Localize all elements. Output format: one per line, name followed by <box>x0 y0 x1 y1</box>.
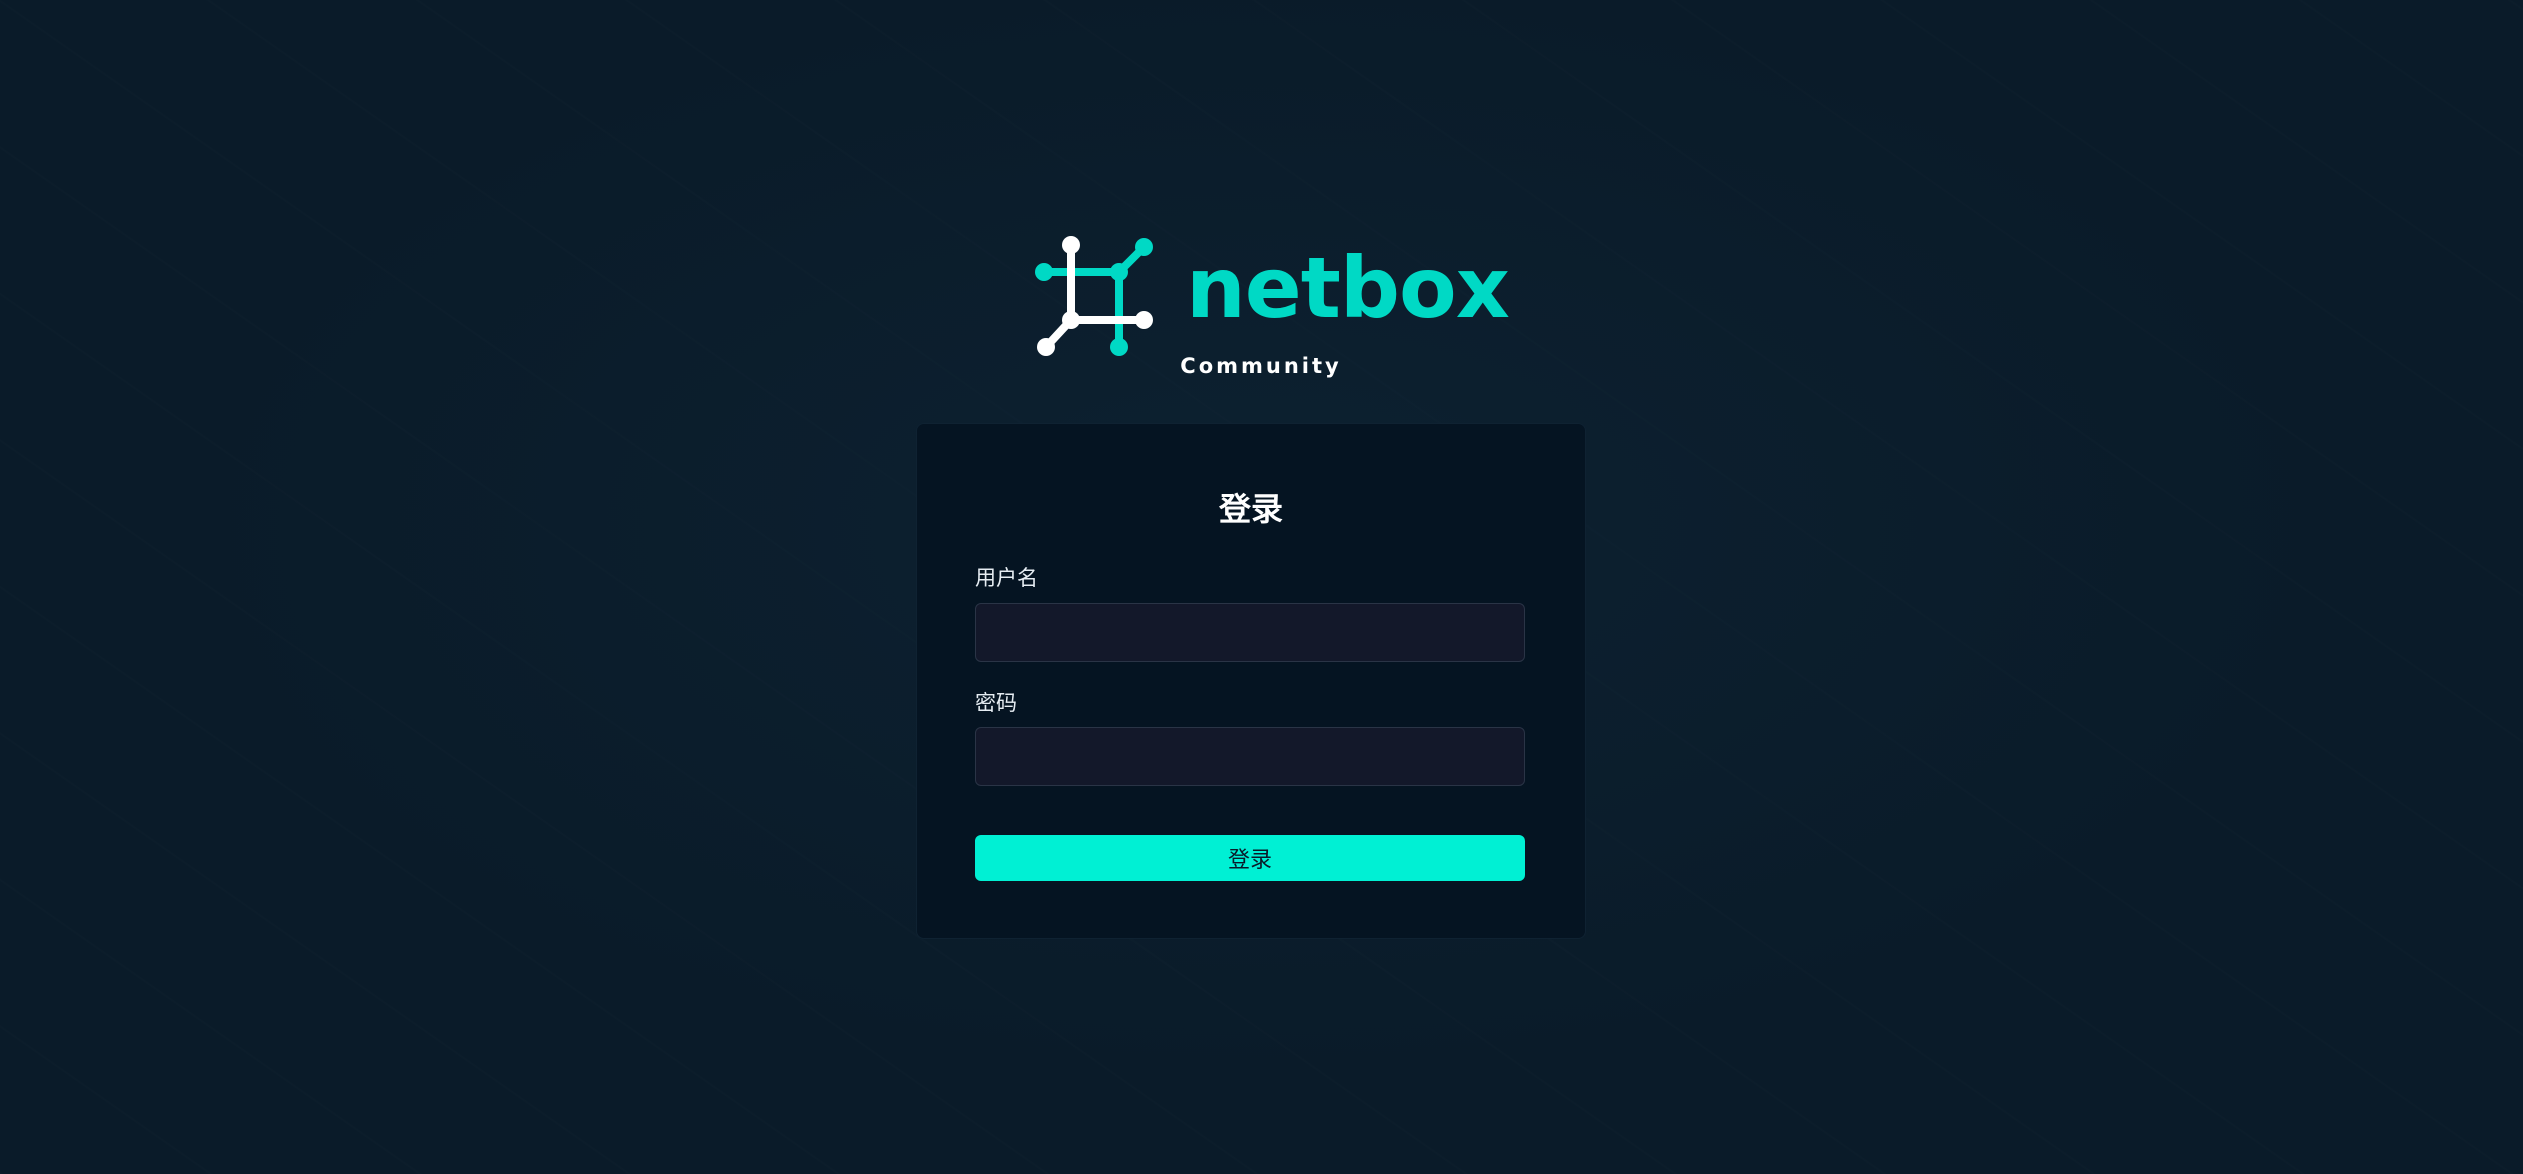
netbox-wordmark: netbox <box>1186 239 1510 337</box>
brand-header: netbox Community <box>1034 232 1510 382</box>
username-input[interactable] <box>975 603 1525 662</box>
username-label: 用户名 <box>975 566 1038 590</box>
netbox-logo-icon <box>1035 236 1153 356</box>
password-label: 密码 <box>975 691 1017 715</box>
login-title: 登录 <box>1218 490 1283 528</box>
password-input[interactable] <box>975 727 1525 786</box>
login-card: 登录 用户名 密码 登录 <box>916 423 1586 939</box>
edition-label: Community <box>1180 354 1342 378</box>
login-button[interactable]: 登录 <box>975 835 1525 881</box>
